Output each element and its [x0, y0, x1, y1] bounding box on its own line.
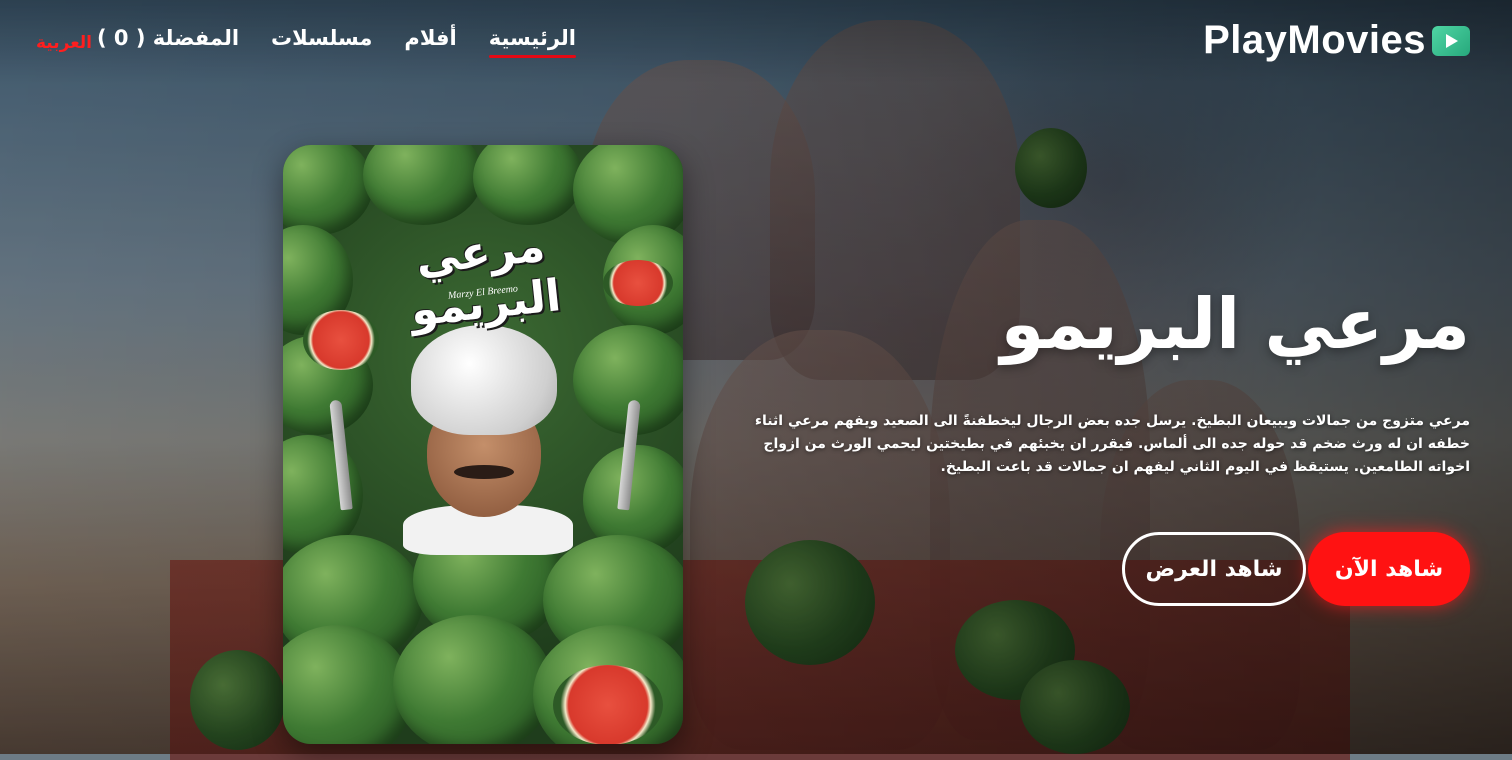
background-watermelon	[1015, 128, 1087, 208]
nav-item-series[interactable]: مسلسلات	[271, 26, 372, 50]
poster-character-mustache	[454, 465, 514, 479]
background-watermelon	[190, 650, 285, 750]
featured-poster[interactable]: مرعي البريمو Marzy El Breemo	[283, 145, 683, 744]
featured-title: مرعي البريمو	[1000, 283, 1470, 365]
nav-item-movies[interactable]: أفلام	[404, 26, 456, 50]
featured-description: مرعي متزوج من جمالات ويبيعان البطيخ. يرس…	[754, 413, 1470, 475]
poster-watermelon	[473, 145, 583, 225]
background-watermelon	[745, 540, 875, 665]
watch-trailer-button[interactable]: شاهد العرض	[1122, 532, 1306, 606]
background-watermelon	[1020, 660, 1130, 754]
poster-watermelon	[363, 145, 483, 225]
play-icon	[1432, 25, 1470, 56]
top-navigation-bar: PlayMovies المفضلة ( 0 ) مسلسلات أفلام ا…	[0, 0, 1512, 84]
poster-character-turban	[411, 325, 557, 435]
poster-watermelon	[393, 615, 553, 744]
nav-item-favorites[interactable]: المفضلة ( 0 )	[97, 26, 239, 50]
poster-watermelon	[283, 145, 373, 235]
poster-cut-watermelon	[553, 665, 663, 744]
language-switcher[interactable]: العربية	[36, 33, 92, 53]
watch-now-button[interactable]: شاهد الآن	[1308, 532, 1470, 606]
nav-item-home[interactable]: الرئيسية	[488, 26, 577, 58]
brand-name: PlayMovies	[1203, 18, 1426, 62]
background-figure	[690, 330, 950, 750]
featured-actions: شاهد الآن شاهد العرض	[1122, 532, 1470, 606]
background-overlay	[0, 0, 1512, 754]
poster-title-art: مرعي البريمو	[408, 220, 564, 337]
brand-logo[interactable]: PlayMovies	[1203, 18, 1470, 63]
background-watermelon	[955, 600, 1075, 700]
main-nav: المفضلة ( 0 ) مسلسلات أفلام الرئيسية	[97, 26, 577, 58]
hero-background	[0, 0, 1512, 760]
